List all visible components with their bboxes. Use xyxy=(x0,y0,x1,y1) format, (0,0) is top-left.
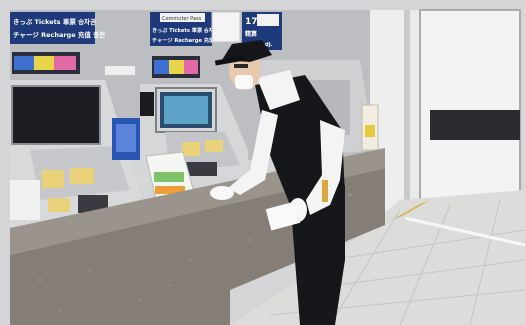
column-shadow xyxy=(404,10,410,225)
small-poster xyxy=(211,11,241,43)
right-sign-number: 17 xyxy=(245,17,258,27)
left-machine-side-panel xyxy=(10,180,40,220)
left-machine-screen xyxy=(12,86,100,144)
left-ticker-strip-yellow xyxy=(34,56,54,70)
left-ticker-strip-blue xyxy=(14,56,34,70)
center-card-slot xyxy=(205,140,223,152)
station-photo: きっぷ Tickets 車票 승차권 チャージ Recharge 充值 충전 C… xyxy=(0,0,525,325)
center-machine-screen-glow xyxy=(164,96,208,124)
left-ticker-strip-pink xyxy=(54,56,76,70)
center-ticker-strip-blue xyxy=(154,60,169,74)
right-dark-bin xyxy=(430,110,520,140)
yellow-tag xyxy=(365,125,375,137)
left-sign-board xyxy=(10,12,95,44)
staff-face-mask xyxy=(235,75,253,89)
left-card-slot xyxy=(48,198,70,212)
leaflet-green-band xyxy=(154,172,184,182)
right-sign-line1: 精算 xyxy=(245,30,257,38)
center-coin-slot xyxy=(182,142,200,156)
staff-belt-keys xyxy=(322,180,328,202)
left-coin-slot xyxy=(42,170,64,188)
left-sign-line2: チャージ Recharge 充值 충전 xyxy=(13,30,105,39)
center-tray xyxy=(185,162,217,176)
left-sign-line1: きっぷ Tickets 車票 승차권 xyxy=(13,17,96,26)
center-small-display xyxy=(140,92,154,116)
center-sign-line1: きっぷ Tickets 車票 승차권 xyxy=(152,26,218,34)
small-wall-label xyxy=(105,66,135,75)
center-ticker-strip-yellow xyxy=(169,60,184,74)
staff-glasses xyxy=(234,64,248,68)
right-sign-inner-white xyxy=(257,14,279,26)
staff-left-glove xyxy=(210,186,234,200)
center-sign-tab-label: Commuter Pass xyxy=(162,16,202,22)
center-ticker-strip-pink xyxy=(184,60,198,74)
right-door-frame xyxy=(419,9,521,201)
left-bill-slot xyxy=(70,168,94,184)
blue-notice-inner xyxy=(116,124,136,152)
